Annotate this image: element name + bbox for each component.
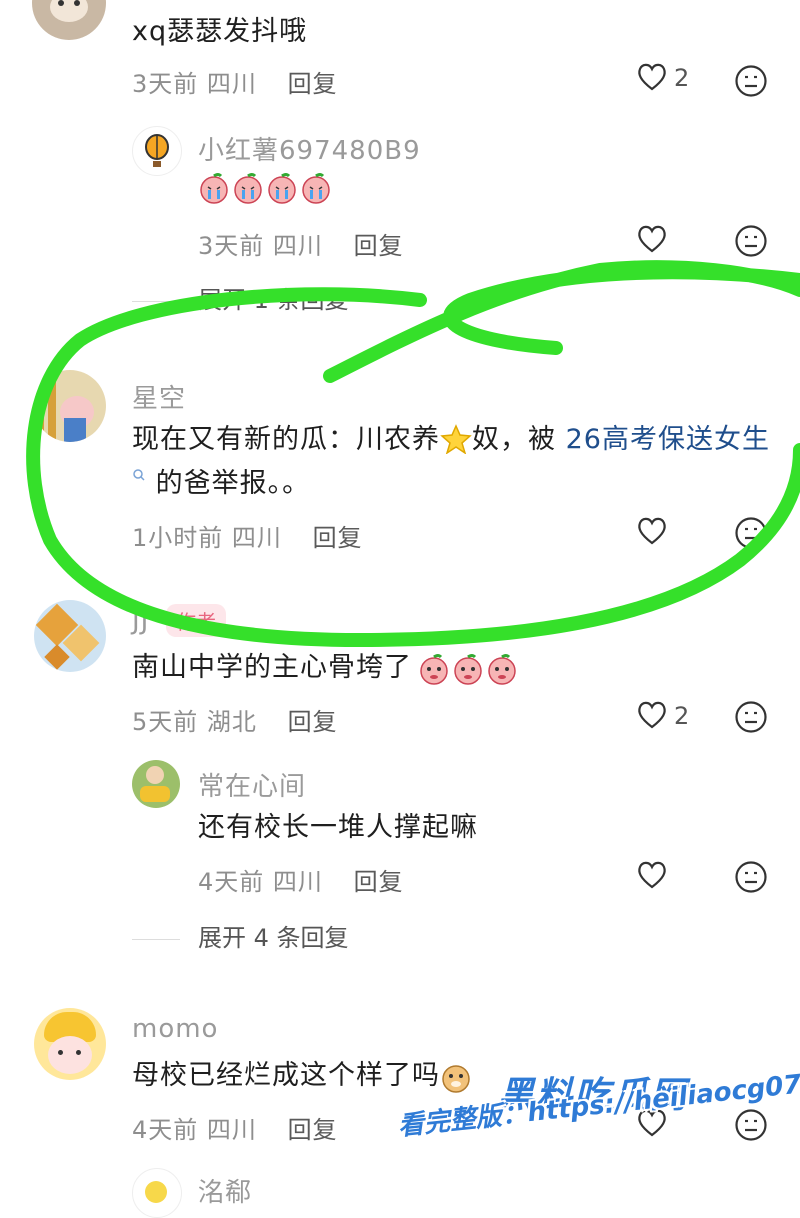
highlight-annotation: [26, 260, 800, 647]
